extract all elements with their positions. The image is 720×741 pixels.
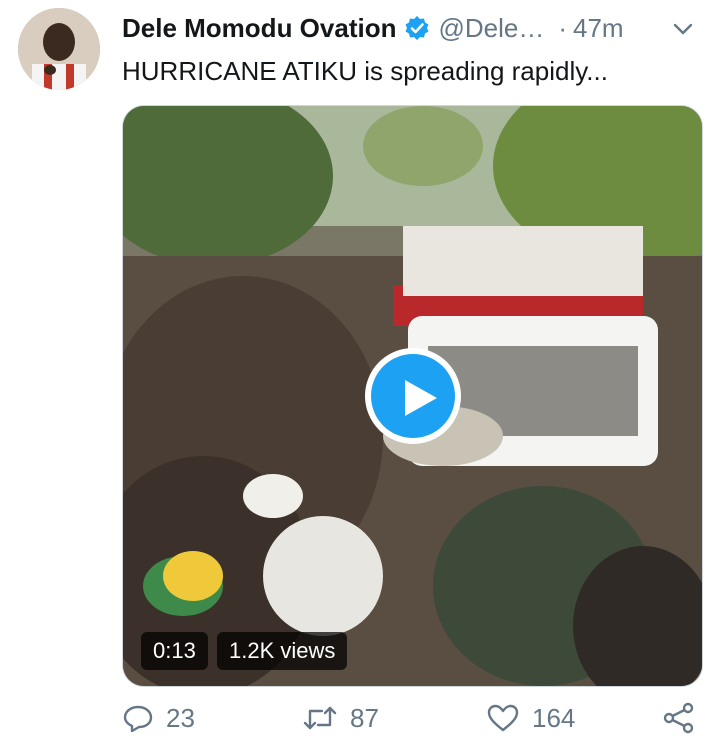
- retweet-icon: [303, 706, 337, 730]
- display-name[interactable]: Dele Momodu Ovation: [122, 13, 396, 44]
- retweet-count: 87: [350, 702, 379, 733]
- video-duration: 0:13: [141, 632, 208, 670]
- like-icon: [487, 704, 519, 732]
- play-button[interactable]: [365, 348, 461, 444]
- video-views: 1.2K views: [217, 632, 348, 670]
- chevron-down-icon[interactable]: [670, 16, 696, 42]
- timestamp[interactable]: 47m: [573, 13, 624, 44]
- video-player[interactable]: 0:13 1.2K views: [122, 105, 703, 687]
- play-icon: [405, 380, 437, 416]
- avatar[interactable]: [18, 8, 100, 90]
- verified-badge-icon: [404, 15, 430, 41]
- tweet-actions: 23 87 164: [122, 698, 702, 738]
- share-icon: [663, 702, 694, 734]
- share-button[interactable]: [662, 698, 708, 738]
- like-button[interactable]: 164: [486, 698, 575, 738]
- reply-button[interactable]: 23: [122, 698, 195, 738]
- tweet-header: Dele Momodu Ovation @Dele… · 47m: [122, 10, 702, 46]
- user-handle[interactable]: @Dele…: [438, 13, 544, 44]
- reply-count: 23: [166, 702, 195, 733]
- separator: ·: [558, 12, 568, 43]
- retweet-button[interactable]: 87: [302, 698, 379, 738]
- tweet-text: HURRICANE ATIKU is spreading rapidly...: [122, 56, 608, 86]
- like-count: 164: [532, 702, 576, 733]
- reply-icon: [123, 705, 153, 733]
